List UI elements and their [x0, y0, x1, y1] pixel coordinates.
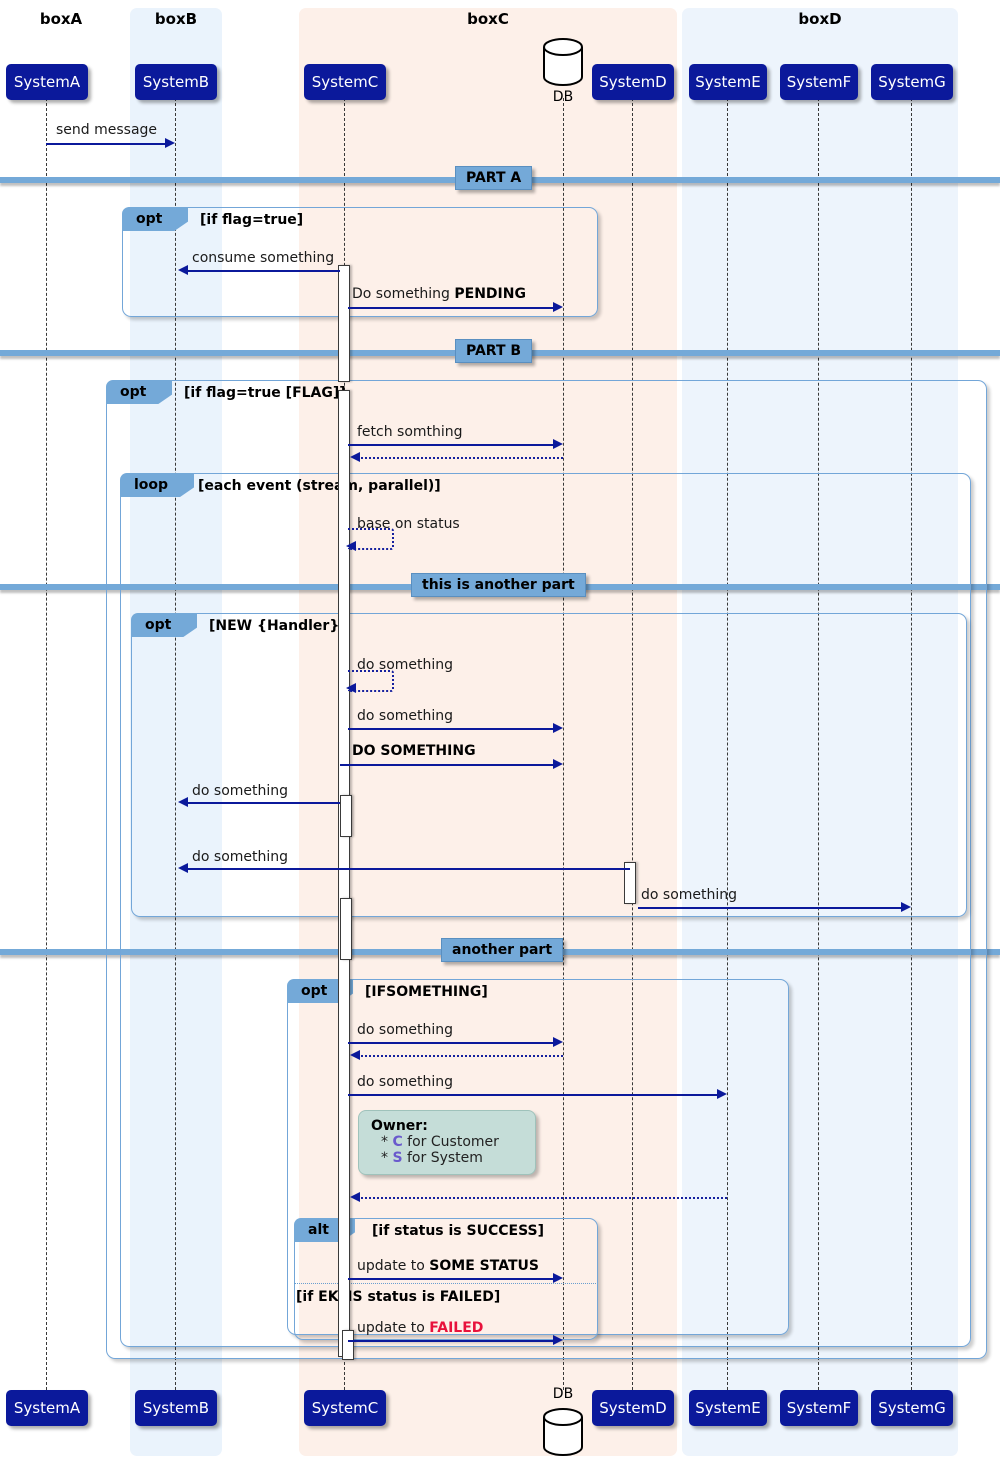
arrowhead-left-6: [346, 683, 356, 693]
owner-note-line-1: * S for System: [381, 1150, 483, 1166]
message-label-0: send message: [56, 122, 158, 138]
participant-SystemF[interactable]: SystemF: [780, 1390, 858, 1426]
message-label-17: update to FAILED: [357, 1320, 484, 1336]
message-line-15: [358, 1197, 727, 1199]
message-line-11: [638, 907, 901, 909]
arrowhead-right-3: [553, 439, 563, 449]
message-line-3: [348, 444, 553, 446]
message-line-12: [348, 1042, 553, 1044]
message-line-7: [348, 728, 553, 730]
frame-condition-4: [IFSOMETHING]: [365, 984, 488, 1000]
activation-bar-2: [340, 795, 352, 837]
message-line-1: [186, 270, 340, 272]
arrowhead-left-15: [350, 1192, 360, 1202]
participant-label-DB: DB: [552, 89, 574, 105]
activation-bar-0: [338, 265, 350, 382]
participant-SystemC[interactable]: SystemC: [304, 64, 386, 100]
frame-condition-2: [each event (stream, parallel)]: [198, 478, 441, 494]
message-line-10: [186, 868, 630, 870]
arrowhead-left-4: [350, 452, 360, 462]
participant-SystemE[interactable]: SystemE: [689, 1390, 767, 1426]
message-label-16: update to SOME STATUS: [357, 1258, 539, 1274]
lifeline-SystemA: [46, 98, 47, 1390]
participant-SystemD[interactable]: SystemD: [592, 64, 674, 100]
arrowhead-left-13: [350, 1050, 360, 1060]
participant-SystemB[interactable]: SystemB: [135, 64, 217, 100]
frame-tab-opt-0: opt: [122, 207, 188, 231]
participant-group-label-boxD: boxD: [798, 10, 842, 28]
frame-condition-3: [NEW {Handler}]: [209, 618, 346, 634]
participant-SystemB[interactable]: SystemB: [135, 1390, 217, 1426]
frame-condition-1: [if flag=true [FLAG]]: [184, 385, 346, 401]
participant-SystemE[interactable]: SystemE: [689, 64, 767, 100]
participant-SystemA[interactable]: SystemA: [6, 64, 88, 100]
message-label-6: do something: [357, 657, 454, 673]
message-line-2: [348, 307, 553, 309]
participant-group-label-boxC: boxC: [467, 10, 509, 28]
arrowhead-right-0: [165, 138, 175, 148]
arrowhead-left-5: [346, 541, 356, 551]
message-label-7: do something: [357, 708, 454, 724]
arrowhead-right-7: [553, 723, 563, 733]
participant-SystemG[interactable]: SystemG: [871, 1390, 953, 1426]
message-label-1: consume something: [192, 250, 335, 266]
sequence-diagram-canvas: boxA boxB boxC boxD SystemA SystemA SystemB Sys…: [0, 0, 1000, 1464]
database-icon-DB: [541, 1406, 585, 1458]
message-label-8: DO SOMETHING: [352, 743, 476, 759]
arrowhead-right-12: [553, 1037, 563, 1047]
participant-SystemA[interactable]: SystemA: [6, 1390, 88, 1426]
arrowhead-right-14: [717, 1089, 727, 1099]
frame-else-condition-5: [if EKMS status is FAILED]: [296, 1289, 501, 1305]
arrowhead-right-2: [553, 302, 563, 312]
divider-label-0[interactable]: PART A: [455, 166, 533, 190]
owner-note: Owner: * C for Customer * S for System: [358, 1110, 536, 1175]
owner-note-title: Owner:: [371, 1118, 428, 1134]
participant-group-label-boxA: boxA: [39, 10, 83, 28]
arrowhead-left-9: [178, 797, 188, 807]
message-line-9: [186, 802, 340, 804]
message-label-9: do something: [192, 783, 289, 799]
arrowhead-left-10: [178, 863, 188, 873]
message-label-14: do something: [357, 1074, 454, 1090]
message-line-16: [348, 1278, 553, 1280]
message-line-14: [348, 1094, 717, 1096]
frame-condition-0: [if flag=true]: [200, 212, 304, 228]
participant-SystemC[interactable]: SystemC: [304, 1390, 386, 1426]
arrowhead-right-17: [553, 1335, 563, 1345]
owner-note-line-0: * C for Customer: [381, 1134, 499, 1150]
activation-bar-4: [340, 898, 352, 960]
message-line-8: [340, 764, 553, 766]
participant-group-label-boxB: boxB: [154, 10, 198, 28]
arrowhead-right-8: [553, 759, 563, 769]
activation-bar-5: [342, 1330, 354, 1360]
message-line-13: [358, 1055, 563, 1057]
participant-SystemD[interactable]: SystemD: [592, 1390, 674, 1426]
frame-tab-opt-1: opt: [106, 380, 172, 404]
arrowhead-right-11: [901, 902, 911, 912]
arrowhead-left-1: [178, 265, 188, 275]
message-label-11: do something: [641, 887, 738, 903]
message-label-5: base on status: [357, 516, 460, 532]
message-label-2: Do something PENDING: [352, 286, 526, 302]
message-label-10: do something: [192, 849, 289, 865]
divider-label-1[interactable]: PART B: [455, 339, 533, 363]
arrowhead-right-16: [553, 1273, 563, 1283]
message-line-0: [46, 143, 165, 145]
participant-label-DB: DB: [552, 1386, 574, 1402]
participant-SystemG[interactable]: SystemG: [871, 64, 953, 100]
message-label-3: fetch somthing: [357, 424, 463, 440]
participant-SystemF[interactable]: SystemF: [780, 64, 858, 100]
frame-tab-opt-3: opt: [131, 613, 197, 637]
message-line-4: [358, 457, 563, 459]
message-line-17: [348, 1340, 553, 1342]
frame-tab-loop-2: loop: [120, 473, 194, 497]
database-icon-DB: [541, 36, 585, 88]
message-label-12: do something: [357, 1022, 454, 1038]
frame-condition-5: [if status is SUCCESS]: [372, 1223, 545, 1239]
